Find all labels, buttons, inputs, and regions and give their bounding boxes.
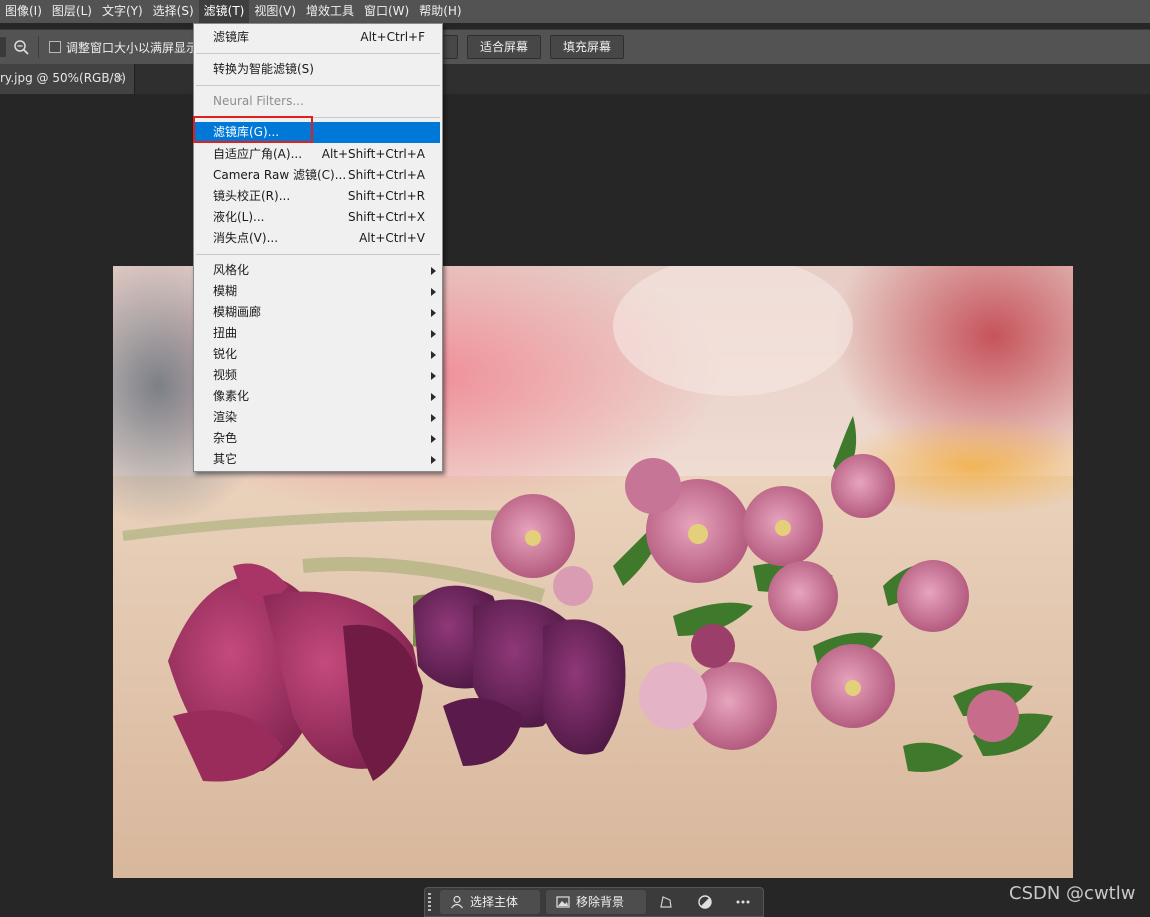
person-icon — [451, 895, 463, 909]
submenu-arrow-icon — [431, 393, 436, 401]
submenu-arrow-icon — [431, 456, 436, 464]
menu-plugins[interactable]: 增效工具 — [301, 0, 359, 23]
menu-item-label: 渲染 — [213, 410, 238, 424]
menu-item-neural-filters[interactable]: Neural Filters... — [194, 91, 442, 112]
select-subject-label: 选择主体 — [470, 895, 519, 909]
remove-background-button[interactable]: 移除背景 — [546, 890, 646, 914]
menu-item-label: 视频 — [213, 368, 238, 382]
submenu-arrow-icon — [431, 372, 436, 380]
menu-item-liquify[interactable]: 液化(L)... Shift+Ctrl+X — [194, 207, 442, 228]
submenu-arrow-icon — [431, 330, 436, 338]
submenu-arrow-icon — [431, 267, 436, 275]
menu-item-blur[interactable]: 模糊 — [194, 281, 442, 302]
resize-window-checkbox[interactable] — [49, 41, 61, 53]
menu-item-shortcut: Alt+Ctrl+V — [359, 231, 425, 245]
menu-layer[interactable]: 图层(L) — [47, 0, 97, 23]
toolbar-divider — [38, 36, 39, 58]
menu-item-label: 模糊 — [213, 284, 238, 298]
menu-item-camera-raw[interactable]: Camera Raw 滤镜(C)... Shift+Ctrl+A — [194, 165, 442, 186]
highlight-callout-box — [193, 116, 313, 143]
menu-item-label: 转换为智能滤镜(S) — [213, 62, 314, 76]
menu-bar: 图像(I) 图层(L) 文字(Y) 选择(S) 滤镜(T) 视图(V) 增效工具… — [0, 0, 1150, 23]
menu-item-label: 像素化 — [213, 389, 250, 403]
remove-background-label: 移除背景 — [576, 895, 625, 909]
zoom-in-button[interactable] — [0, 37, 6, 57]
zoom-out-icon[interactable] — [12, 38, 32, 56]
menu-item-label: 滤镜库 — [213, 30, 250, 44]
fit-all-windows-button[interactable] — [443, 35, 458, 59]
menu-item-lens-correction[interactable]: 镜头校正(R)... Shift+Ctrl+R — [194, 186, 442, 207]
menu-item-sharpen[interactable]: 锐化 — [194, 344, 442, 365]
menu-item-pixelate[interactable]: 像素化 — [194, 386, 442, 407]
menu-item-vanishing-point[interactable]: 消失点(V)... Alt+Ctrl+V — [194, 228, 442, 249]
transform-icon[interactable] — [657, 893, 675, 911]
submenu-arrow-icon — [431, 435, 436, 443]
resize-window-label: 调整窗口大小以满屏显示 — [66, 41, 194, 55]
contextual-task-bar: 选择主体 移除背景 — [424, 887, 764, 917]
adjustment-icon[interactable] — [696, 893, 714, 911]
menu-item-label: 扭曲 — [213, 326, 238, 340]
menu-view[interactable]: 视图(V) — [249, 0, 301, 23]
menu-item-shortcut: Shift+Ctrl+X — [348, 210, 425, 224]
menu-help[interactable]: 帮助(H) — [414, 0, 466, 23]
options-bar: 调整窗口大小以满屏显示 适合屏幕 填充屏幕 — [0, 29, 1150, 64]
menu-type[interactable]: 文字(Y) — [97, 0, 148, 23]
fit-screen-button[interactable]: 适合屏幕 — [467, 35, 542, 59]
menu-item-label: 杂色 — [213, 431, 238, 445]
menu-item-adaptive-wide-angle[interactable]: 自适应广角(A)... Alt+Shift+Ctrl+A — [194, 144, 442, 165]
menu-item-label: Neural Filters... — [213, 94, 304, 108]
menu-item-shortcut: Shift+Ctrl+R — [347, 189, 425, 203]
menu-item-label: 锐化 — [213, 347, 238, 361]
document-tab-title: ry.jpg @ 50%(RGB/8) — [0, 71, 126, 85]
more-options-icon[interactable] — [734, 893, 752, 911]
menu-item-stylize[interactable]: 风格化 — [194, 260, 442, 281]
image-icon — [556, 896, 570, 908]
menu-item-last-filter[interactable]: 滤镜库 Alt+Ctrl+F — [194, 27, 442, 48]
document-tab[interactable]: ry.jpg @ 50%(RGB/8) × — [0, 64, 135, 94]
fill-screen-button[interactable]: 填充屏幕 — [550, 35, 625, 59]
menu-item-render[interactable]: 渲染 — [194, 407, 442, 428]
watermark-text: CSDN @cwtlw — [1009, 883, 1136, 904]
menu-item-convert-smart-filters[interactable]: 转换为智能滤镜(S) — [194, 59, 442, 80]
menu-item-distort[interactable]: 扭曲 — [194, 323, 442, 344]
menu-item-label: 风格化 — [213, 263, 250, 277]
menu-item-label: 消失点(V)... — [213, 231, 279, 245]
menu-item-noise[interactable]: 杂色 — [194, 428, 442, 449]
document-tab-bar: ry.jpg @ 50%(RGB/8) × — [0, 64, 1150, 94]
drag-handle-icon[interactable] — [428, 893, 431, 911]
menu-divider — [196, 254, 440, 255]
submenu-arrow-icon — [431, 351, 436, 359]
submenu-arrow-icon — [431, 414, 436, 422]
menu-item-label: 其它 — [213, 452, 238, 466]
menu-item-label: 液化(L)... — [213, 210, 265, 224]
menu-select[interactable]: 选择(S) — [148, 0, 199, 23]
menu-item-blur-gallery[interactable]: 模糊画廊 — [194, 302, 442, 323]
submenu-arrow-icon — [431, 288, 436, 296]
menu-item-video[interactable]: 视频 — [194, 365, 442, 386]
menu-divider — [196, 85, 440, 86]
menu-image[interactable]: 图像(I) — [0, 0, 47, 23]
menu-window[interactable]: 窗口(W) — [359, 0, 414, 23]
menu-item-shortcut: Alt+Shift+Ctrl+A — [321, 147, 425, 161]
select-subject-button[interactable]: 选择主体 — [440, 890, 540, 914]
close-icon[interactable]: × — [115, 71, 124, 84]
menu-item-label: 自适应广角(A)... — [213, 147, 303, 161]
menu-item-label: 镜头校正(R)... — [213, 189, 291, 203]
menu-item-label: 模糊画廊 — [213, 305, 262, 319]
menu-item-shortcut: Alt+Ctrl+F — [360, 30, 425, 44]
menu-filter[interactable]: 滤镜(T) — [198, 0, 250, 23]
menu-item-label: Camera Raw 滤镜(C)... — [213, 168, 347, 182]
menu-item-shortcut: Shift+Ctrl+A — [348, 168, 425, 182]
filter-menu: 滤镜库 Alt+Ctrl+F 转换为智能滤镜(S) Neural Filters… — [193, 23, 443, 472]
submenu-arrow-icon — [431, 309, 436, 317]
menu-item-other[interactable]: 其它 — [194, 449, 442, 470]
menu-divider — [196, 53, 440, 54]
